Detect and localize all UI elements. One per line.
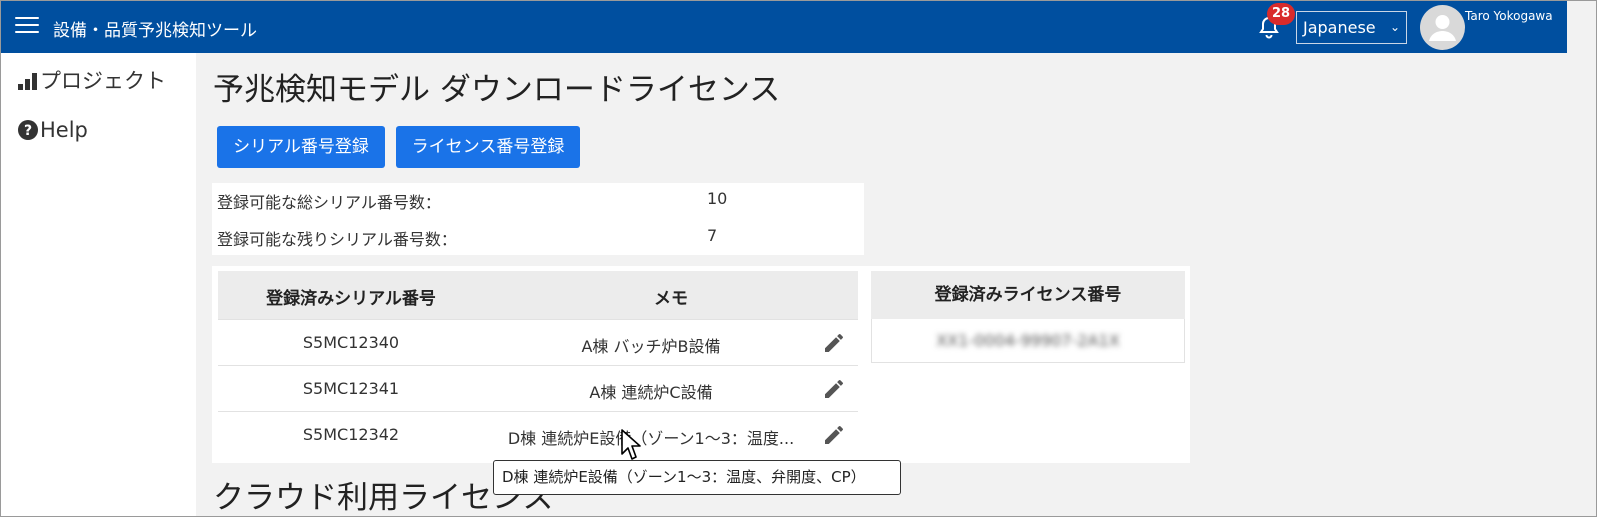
memo-tooltip: D棟 連続炉E設備（ゾーン1～3：温度、弁開度、CP） <box>493 460 901 495</box>
notification-badge: 28 <box>1267 3 1296 25</box>
license-cell: XX1-0004-99907-2A1X <box>936 331 1120 350</box>
column-header-serial: 登録済みシリアル番号 <box>266 289 436 309</box>
serial-cell: S5MC12340 <box>302 333 400 352</box>
memo-cell: A棟 バッチ炉B設備 <box>581 337 721 356</box>
table-header: 登録済みシリアル番号 メモ <box>218 271 858 319</box>
language-select[interactable]: Japanese ⌄ <box>1296 11 1407 44</box>
chevron-down-icon: ⌄ <box>1389 20 1400 34</box>
sidebar-item-label: プロジェクト <box>40 69 166 93</box>
table-row: S5MC12340 A棟 バッチ炉B設備 <box>218 319 858 365</box>
app-title: 設備・品質予兆検知ツール <box>53 21 257 41</box>
table-row: S5MC12342 D棟 連続炉E設備（ゾーン1～3：温度... <box>218 411 858 457</box>
hamburger-icon[interactable] <box>15 17 39 37</box>
sidebar-item-help[interactable]: ? Help <box>17 118 88 142</box>
license-register-button[interactable]: ライセンス番号登録 <box>396 126 580 168</box>
serial-cell: S5MC12342 <box>302 425 400 444</box>
remaining-serial-value: 7 <box>707 226 718 245</box>
column-header-license: 登録済みライセンス番号 <box>871 271 1185 319</box>
tables-panel: 登録済みシリアル番号 メモ S5MC12340 A棟 バッチ炉B設備 S5MC1… <box>212 266 1190 463</box>
column-header-memo: メモ <box>654 289 688 309</box>
bar-chart-icon <box>18 73 37 90</box>
serial-register-button[interactable]: シリアル番号登録 <box>217 126 385 168</box>
memo-cell: D棟 連続炉E設備（ゾーン1～3：温度... <box>507 429 795 448</box>
edit-pencil-icon[interactable] <box>822 423 846 447</box>
table-row: S5MC12341 A棟 連続炉C設備 <box>218 365 858 411</box>
edit-pencil-icon[interactable] <box>822 331 846 355</box>
edit-pencil-icon[interactable] <box>822 377 846 401</box>
person-icon <box>1429 15 1456 41</box>
mouse-pointer-icon <box>621 429 641 460</box>
table-row: XX1-0004-99907-2A1X <box>871 319 1185 363</box>
total-serial-label: 登録可能な総シリアル番号数： <box>217 193 441 212</box>
sidebar: プロジェクト ? Help <box>1 53 196 516</box>
page-title: 予兆検知モデル ダウンロードライセンス <box>213 72 781 108</box>
sidebar-item-project[interactable]: プロジェクト <box>17 65 166 95</box>
help-circle-icon: ? <box>18 120 38 140</box>
avatar[interactable] <box>1420 5 1465 50</box>
sidebar-item-label: Help <box>40 118 88 142</box>
top-app-bar: 設備・品質予兆検知ツール 28 Japanese ⌄ Taro Yokogawa <box>1 1 1567 53</box>
total-serial-value: 10 <box>707 189 728 208</box>
serial-table: 登録済みシリアル番号 メモ S5MC12340 A棟 バッチ炉B設備 S5MC1… <box>218 271 858 457</box>
language-value: Japanese <box>1303 18 1376 37</box>
remaining-serial-label: 登録可能な残りシリアル番号数： <box>217 230 457 249</box>
serial-cell: S5MC12341 <box>302 379 400 398</box>
memo-cell: A棟 連続炉C設備 <box>589 383 713 402</box>
serial-count-panel: 登録可能な総シリアル番号数： 10 登録可能な残りシリアル番号数： 7 <box>212 183 864 255</box>
svg-text:?: ? <box>24 123 32 139</box>
user-name: Taro Yokogawa <box>1465 9 1553 23</box>
license-table: 登録済みライセンス番号 XX1-0004-99907-2A1X <box>871 271 1185 363</box>
